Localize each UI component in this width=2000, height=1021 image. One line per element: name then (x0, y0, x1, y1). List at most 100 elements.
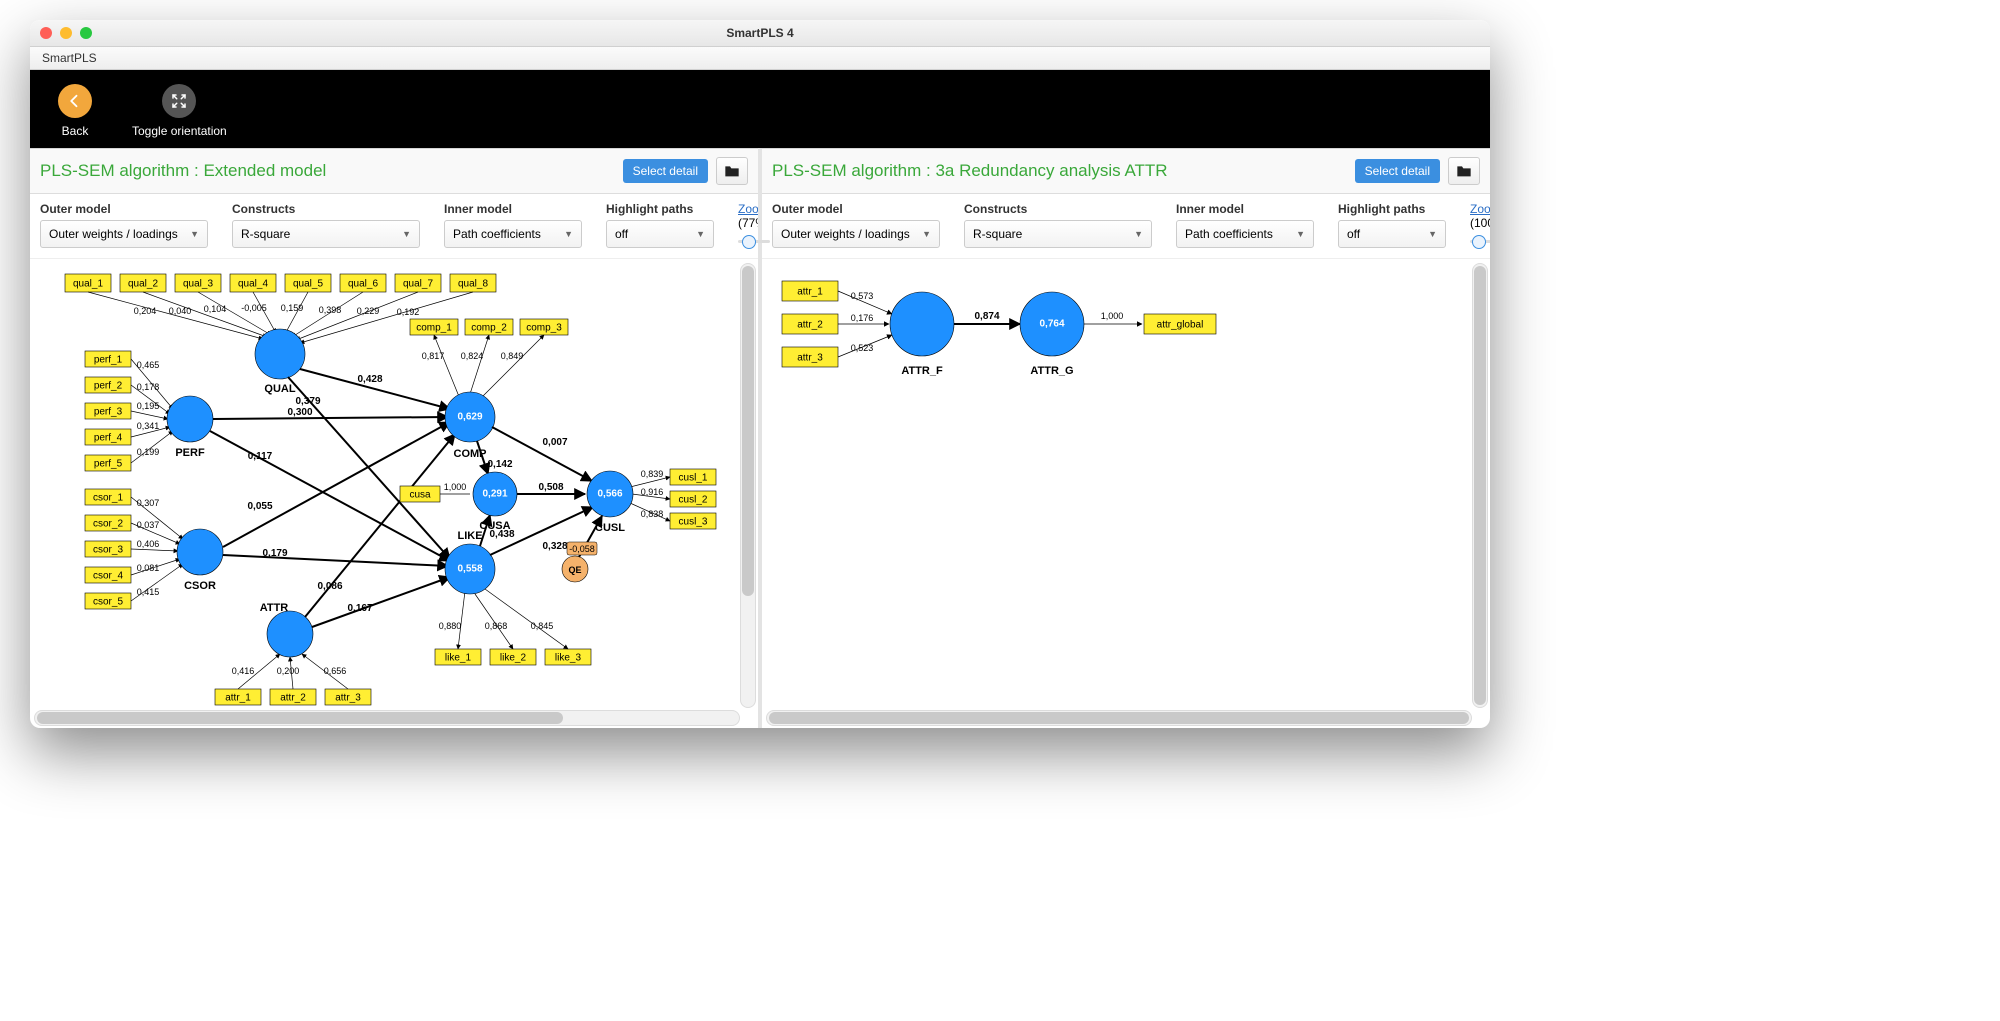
indicator: perf_3 (85, 403, 131, 419)
svg-text:0,104: 0,104 (204, 304, 227, 314)
caret-down-icon: ▼ (402, 229, 411, 239)
svg-text:1,000: 1,000 (444, 482, 467, 492)
indicator: qual_5 (285, 274, 331, 292)
svg-text:-0,058: -0,058 (569, 544, 595, 554)
svg-text:CUSA: CUSA (479, 520, 510, 532)
svg-text:0,204: 0,204 (134, 306, 157, 316)
indicator: qual_2 (120, 274, 166, 292)
outer-model-select-right[interactable]: Outer weights / loadings▼ (772, 220, 940, 248)
svg-text:0,839: 0,839 (641, 469, 664, 479)
svg-text:qual_5: qual_5 (293, 279, 323, 290)
back-label: Back (62, 124, 89, 138)
toggle-orientation-label: Toggle orientation (132, 124, 227, 138)
svg-text:perf_1: perf_1 (94, 355, 123, 366)
constructs-select-right[interactable]: R-square▼ (964, 220, 1152, 248)
indicator: csor_5 (85, 593, 131, 609)
svg-text:0,300: 0,300 (287, 407, 312, 418)
svg-text:ATTR: ATTR (260, 602, 289, 614)
highlight-select-right[interactable]: off▼ (1338, 220, 1446, 248)
construct-qual[interactable] (255, 329, 305, 379)
pane-left: PLS-SEM algorithm : Extended model Selec… (30, 148, 758, 728)
caret-down-icon: ▼ (922, 229, 931, 239)
zoom-link-right[interactable]: Zoom (1470, 202, 1490, 216)
toggle-orientation-button[interactable]: Toggle orientation (132, 84, 227, 138)
highlight-select-left[interactable]: off▼ (606, 220, 714, 248)
constructs-select-left[interactable]: R-square▼ (232, 220, 420, 248)
inner-model-select-right[interactable]: Path coefficients▼ (1176, 220, 1314, 248)
constructs-label: Constructs (964, 202, 1152, 216)
svg-text:attr_global: attr_global (1157, 320, 1204, 331)
svg-text:perf_3: perf_3 (94, 407, 123, 418)
svg-text:like_2: like_2 (500, 653, 527, 664)
indicator: comp_3 (520, 319, 568, 335)
inner-model-label: Inner model (444, 202, 582, 216)
model-canvas-right[interactable]: attr_1 attr_2 attr_3 0,573 0,176 0,523 A… (762, 259, 1490, 728)
inner-model-select-left[interactable]: Path coefficients▼ (444, 220, 582, 248)
indicator: csor_2 (85, 515, 131, 531)
svg-text:like_1: like_1 (445, 653, 472, 664)
construct-attr[interactable] (267, 611, 313, 657)
h-scrollbar-right[interactable] (766, 710, 1472, 726)
svg-text:0,007: 0,007 (542, 437, 567, 448)
menu-app[interactable]: SmartPLS (38, 51, 101, 65)
svg-text:0,192: 0,192 (397, 307, 420, 317)
svg-text:cusl_2: cusl_2 (679, 495, 708, 506)
svg-text:0,199: 0,199 (137, 447, 160, 457)
zoom-label-right: Zoom (100%) (1470, 202, 1490, 230)
select-detail-button-right[interactable]: Select detail (1355, 159, 1440, 183)
indicator: attr_3 (782, 347, 838, 367)
h-scrollbar-left[interactable] (34, 710, 740, 726)
svg-text:0,195: 0,195 (137, 401, 160, 411)
indicator: comp_1 (410, 319, 458, 335)
svg-text:qual_4: qual_4 (238, 279, 268, 290)
svg-text:0,406: 0,406 (137, 539, 160, 549)
indicator: cusa (400, 486, 440, 502)
open-folder-button-right[interactable] (1448, 157, 1480, 185)
svg-text:csor_4: csor_4 (93, 571, 123, 582)
window-title: SmartPLS 4 (30, 26, 1490, 40)
menubar[interactable]: SmartPLS (30, 47, 1490, 70)
svg-text:0,428: 0,428 (357, 374, 382, 385)
open-folder-button-left[interactable] (716, 157, 748, 185)
model-canvas-left[interactable]: qual_1 qual_2 qual_3 qual_4 qual_5 qual_… (30, 259, 758, 728)
pane-right: PLS-SEM algorithm : 3a Redundancy analys… (758, 148, 1490, 728)
indicator: cusl_2 (670, 491, 716, 507)
svg-text:perf_2: perf_2 (94, 381, 123, 392)
svg-text:qual_7: qual_7 (403, 279, 433, 290)
zoom-slider-right[interactable] (1470, 234, 1490, 248)
svg-text:0,037: 0,037 (137, 520, 160, 530)
indicator: like_3 (545, 649, 591, 665)
svg-text:0,817: 0,817 (422, 351, 445, 361)
svg-text:0,159: 0,159 (281, 303, 304, 313)
svg-text:comp_3: comp_3 (526, 323, 562, 334)
svg-text:PERF: PERF (175, 447, 205, 459)
svg-text:0,341: 0,341 (137, 421, 160, 431)
indicator: perf_1 (85, 351, 131, 367)
svg-text:attr_1: attr_1 (225, 693, 251, 704)
indicator: qual_8 (450, 274, 496, 292)
select-detail-button-left[interactable]: Select detail (623, 159, 708, 183)
svg-text:0,081: 0,081 (137, 563, 160, 573)
v-scrollbar-left[interactable] (740, 263, 756, 708)
caret-down-icon: ▼ (1296, 229, 1305, 239)
svg-text:1,000: 1,000 (1101, 311, 1124, 321)
indicator: like_2 (490, 649, 536, 665)
svg-text:0,055: 0,055 (247, 501, 272, 512)
svg-text:0,117: 0,117 (248, 451, 273, 462)
svg-text:comp_2: comp_2 (471, 323, 507, 334)
svg-text:attr_3: attr_3 (335, 693, 361, 704)
v-scrollbar-right[interactable] (1472, 263, 1488, 708)
construct-perf[interactable] (167, 396, 213, 442)
indicator: qual_4 (230, 274, 276, 292)
svg-text:0,086: 0,086 (317, 581, 342, 592)
pane-left-title: PLS-SEM algorithm : Extended model (40, 161, 326, 181)
outer-model-select-left[interactable]: Outer weights / loadings▼ (40, 220, 208, 248)
highlight-label: Highlight paths (1338, 202, 1446, 216)
caret-down-icon: ▼ (696, 229, 705, 239)
construct-csor[interactable] (177, 529, 223, 575)
svg-text:0,465: 0,465 (137, 360, 160, 370)
svg-text:0,874: 0,874 (974, 311, 999, 322)
construct-attr-f[interactable] (890, 292, 954, 356)
zoom-slider-left[interactable] (738, 234, 770, 248)
back-button[interactable]: Back (58, 84, 92, 138)
